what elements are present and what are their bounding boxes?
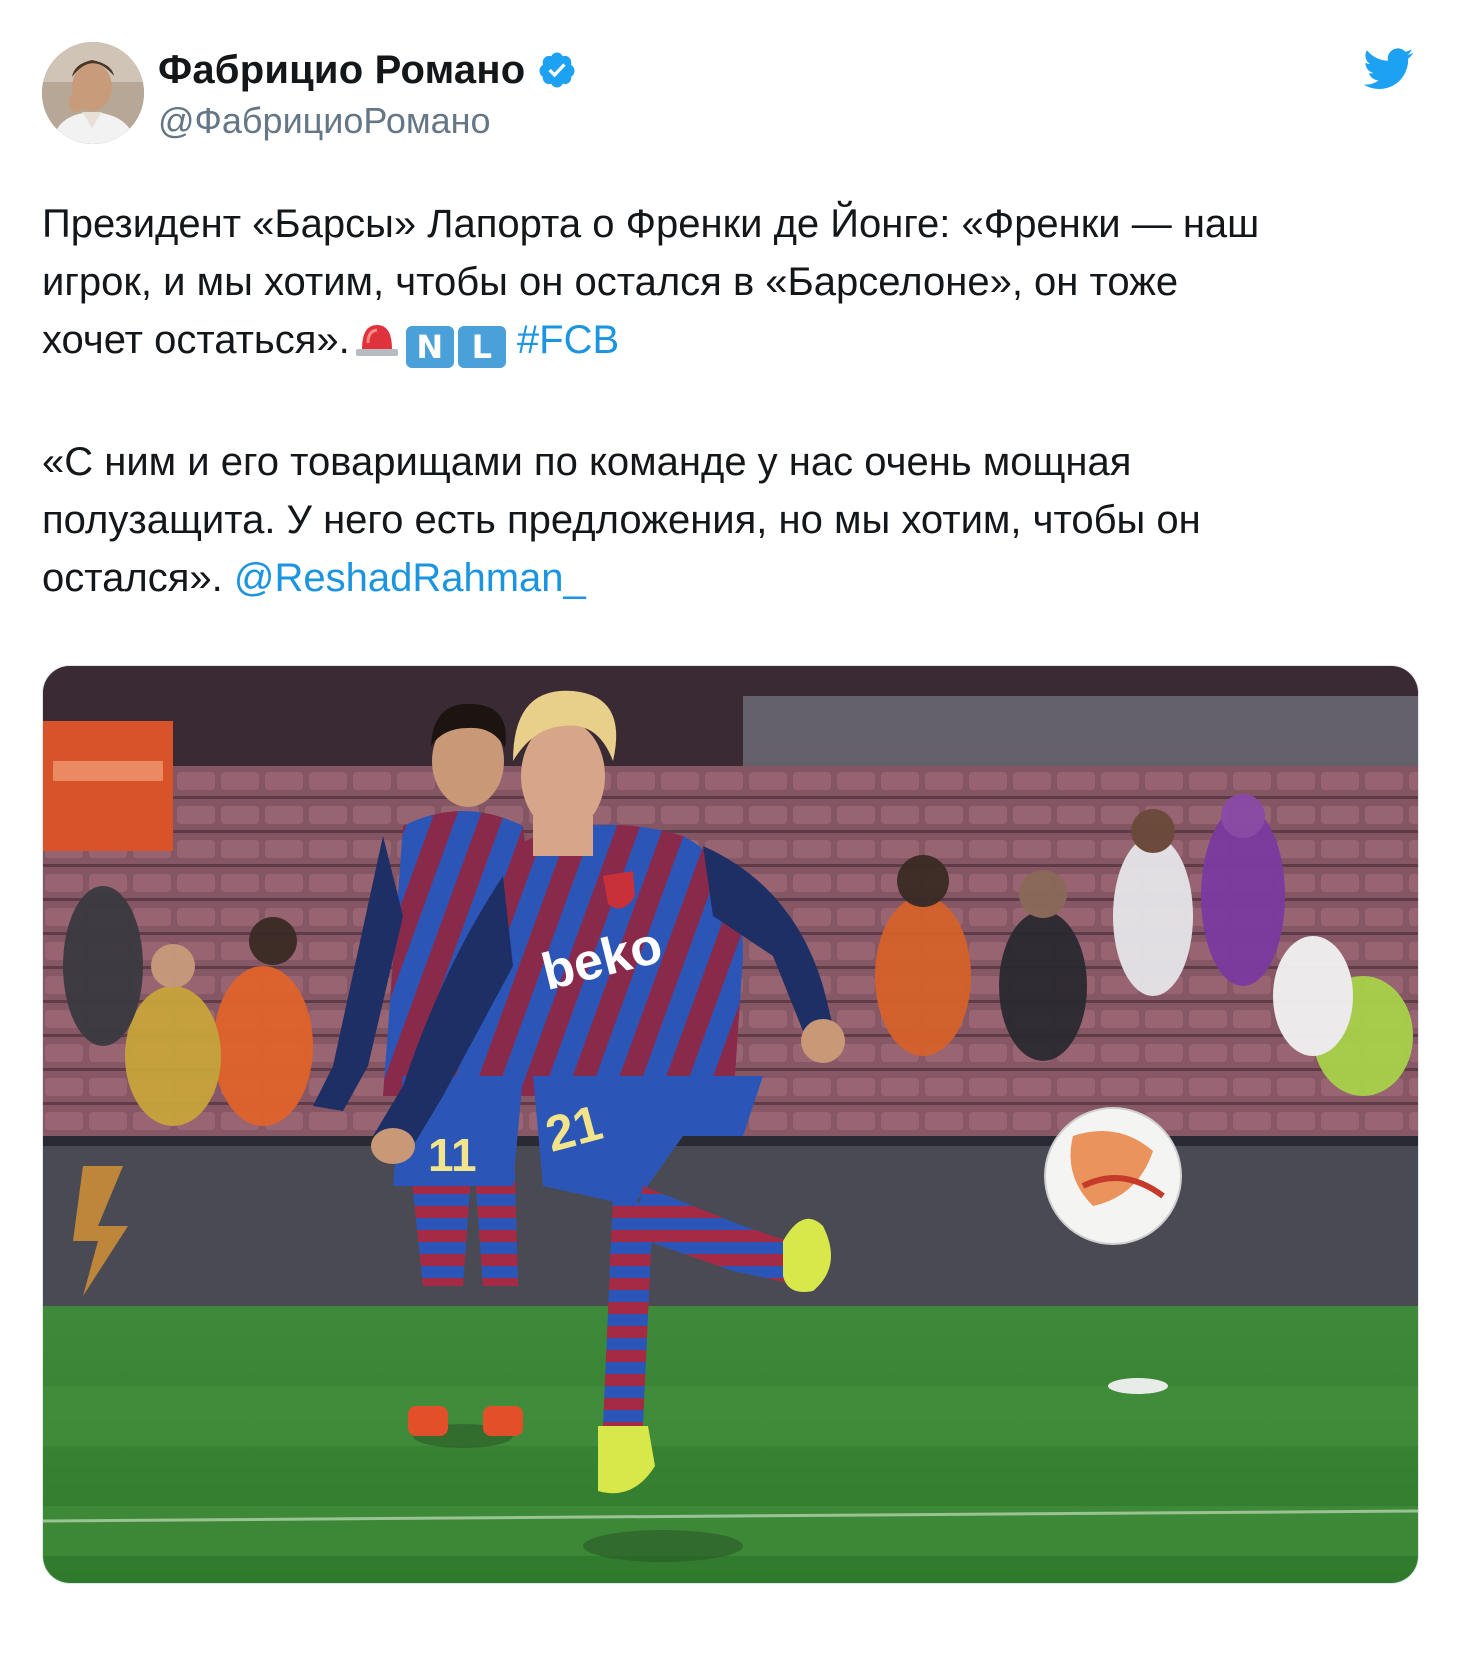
tweet-text-line: полузащита. У него есть предложения, но … [42, 498, 1201, 542]
regional-indicator-n-icon: N [405, 326, 454, 368]
regional-indicator-l-icon: L [457, 326, 506, 368]
siren-icon [355, 325, 398, 356]
avatar[interactable] [42, 42, 144, 144]
tweet-text-fragment: хочет остаться». [42, 318, 350, 362]
back-number-label: 11 [428, 1129, 477, 1181]
tweet-card: Фабрицио Романо @ФабрициоРомано Президен… [0, 0, 1460, 1657]
football-ball [1044, 1107, 1182, 1245]
tweet-text-paragraph-2: «С ним и его товарищами по команде у нас… [42, 433, 1432, 607]
tweet-text-line: «С ним и его товарищами по команде у нас… [42, 440, 1132, 484]
tweet-text-line: игрок, и мы хотим, чтобы он остался в «Б… [42, 260, 1179, 304]
tweet-text-line-3: хочет остаться». NL #FCB [42, 311, 1432, 369]
mention-link[interactable]: @ReshadRahman_ [234, 556, 586, 600]
display-name[interactable]: Фабрицио Романо [158, 48, 525, 93]
tweet-text-paragraph-1: Президент «Барсы» Лапорта о Френки де Йо… [42, 195, 1432, 369]
twitter-bird-icon[interactable] [1364, 48, 1414, 90]
football-player-photo: 11 21 beko [43, 666, 1418, 1583]
author-handle[interactable]: @ФабрициоРомано [158, 100, 491, 142]
verified-badge-icon [539, 52, 575, 88]
hashtag-link[interactable]: #FCB [517, 318, 619, 362]
tweet-text-line-3: остался». @ReshadRahman_ [42, 549, 1432, 607]
tweet-text-line: Президент «Барсы» Лапорта о Френки де Йо… [42, 202, 1260, 246]
tweet-text-fragment: остался». [42, 556, 223, 600]
tweet-photo[interactable]: 11 21 beko [42, 665, 1419, 1584]
author-name-row[interactable]: Фабрицио Романо [158, 44, 577, 96]
person-portrait-avatar [42, 42, 144, 144]
